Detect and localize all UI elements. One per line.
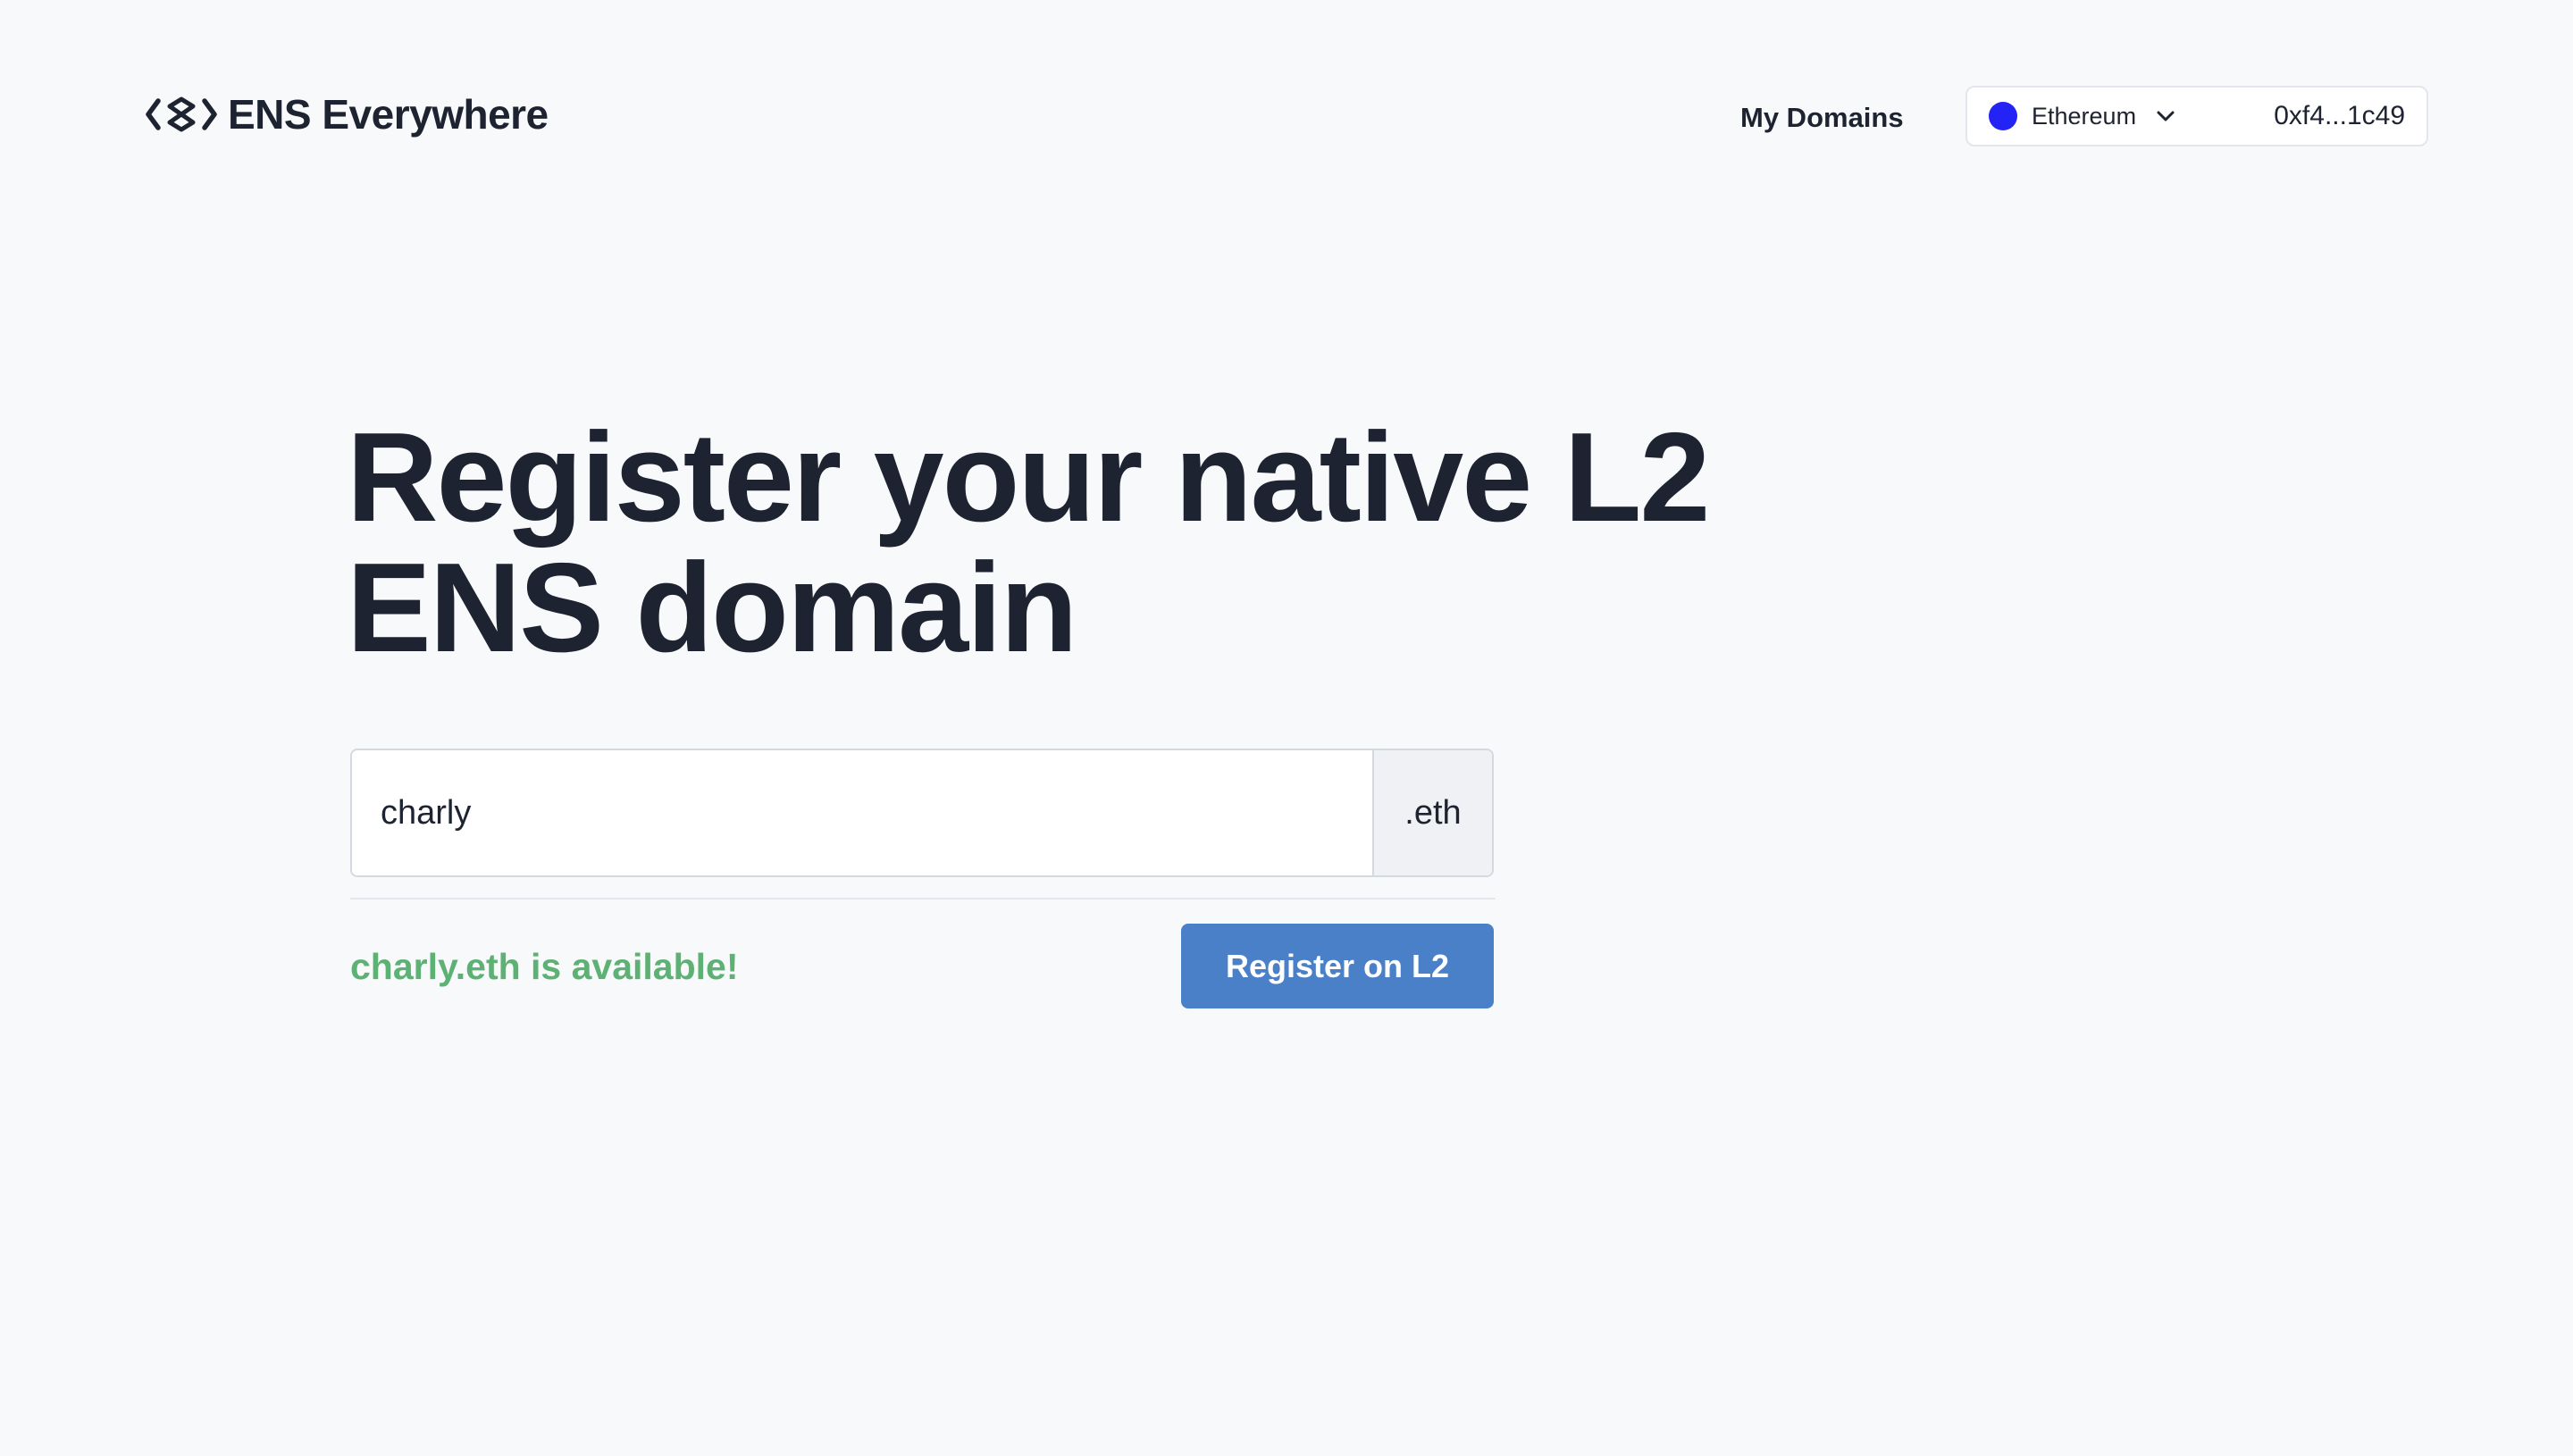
page-title: Register your native L2 ENS domain	[347, 413, 1710, 674]
network-label: Ethereum	[2032, 102, 2137, 130]
chevron-down-icon	[2157, 111, 2175, 121]
wallet-widget: Ethereum 0xf4...1c49	[1965, 86, 2428, 146]
register-on-l2-button[interactable]: Register on L2	[1181, 924, 1494, 1008]
domain-search-box: .eth	[350, 749, 1494, 877]
wallet-address[interactable]: 0xf4...1c49	[2274, 88, 2405, 145]
brand-name: ENS Everywhere	[228, 91, 549, 138]
page-title-line-2: ENS domain	[347, 537, 1077, 679]
domain-name-input[interactable]	[352, 750, 1372, 875]
availability-status: charly.eth is available!	[350, 946, 739, 987]
network-selector[interactable]: Ethereum	[1989, 88, 2175, 145]
ens-logo-icon	[146, 96, 217, 132]
brand[interactable]: ENS Everywhere	[146, 88, 549, 141]
page-title-line-1: Register your native L2	[347, 406, 1710, 548]
nav-my-domains-link[interactable]: My Domains	[1740, 98, 1904, 138]
ethereum-network-icon	[1989, 102, 2017, 130]
divider	[350, 898, 1496, 900]
tld-suffix: .eth	[1372, 750, 1492, 875]
app-header: ENS Everywhere My Domains Ethereum 0xf4.…	[0, 0, 2573, 236]
